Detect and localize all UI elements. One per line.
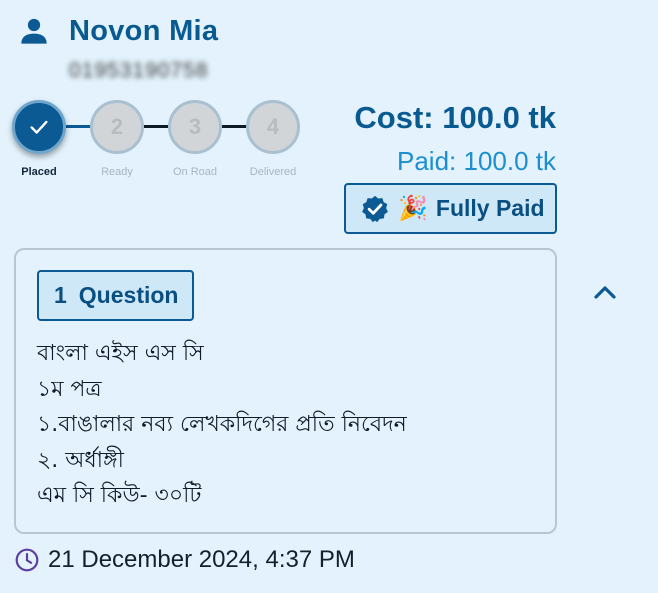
chevron-up-icon <box>594 286 616 299</box>
step-label-on-road: On Road <box>172 166 218 178</box>
order-timestamp: 21 December 2024, 4:37 PM <box>14 546 355 574</box>
question-title: Question <box>78 282 179 308</box>
question-count-badge: 1 Question <box>37 270 194 321</box>
question-line: ২. অর্ধাঙ্গী <box>37 447 124 473</box>
clock-icon <box>15 548 39 572</box>
collapse-toggle[interactable] <box>588 278 622 306</box>
question-line: এম সি কিউ- ৩০টি <box>37 483 202 508</box>
question-line: ১ম পত্র <box>37 376 102 402</box>
step-placed <box>12 100 66 154</box>
step-delivered: 4 <box>246 100 300 154</box>
question-count: 1 <box>54 282 67 308</box>
order-cost: Cost: 100.0 tk <box>354 100 556 135</box>
customer-name: Novon Mia <box>69 15 219 47</box>
question-lines: বাংলা এইস এস সি ১ম পত্র ১.বাঙালার নব্য ল… <box>37 336 407 514</box>
party-popper-icon: 🎉 <box>398 194 428 222</box>
payment-status-badge: 🎉 Fully Paid <box>344 183 557 234</box>
customer-phone: 01953190758 <box>69 59 209 82</box>
check-icon <box>30 120 48 134</box>
step-number: 2 <box>110 114 124 139</box>
step-number: 3 <box>188 114 202 139</box>
payment-status-label: Fully Paid <box>435 195 545 221</box>
order-progress-stepper: 2 3 4 Placed Ready On Road Delivered <box>12 100 322 184</box>
order-paid: Paid: 100.0 tk <box>397 146 556 176</box>
question-line: ১.বাঙালার নব্য লেখকদিগের প্রতি নিবেদন <box>37 412 407 437</box>
customer-header <box>18 14 50 48</box>
person-icon <box>21 18 47 44</box>
step-number: 4 <box>266 114 280 139</box>
step-label-placed: Placed <box>21 166 57 178</box>
datetime-text: 21 December 2024, 4:37 PM <box>48 546 355 573</box>
step-label-delivered: Delivered <box>249 166 297 178</box>
step-label-ready: Ready <box>101 166 133 178</box>
step-on-road: 3 <box>168 100 222 154</box>
step-ready: 2 <box>90 100 144 154</box>
question-line: বাংলা এইস এস সি <box>37 341 204 366</box>
verified-badge-icon <box>362 195 388 222</box>
question-card: 1 Question বাংলা এইস এস সি ১ম পত্র ১.বাঙ… <box>14 248 557 534</box>
